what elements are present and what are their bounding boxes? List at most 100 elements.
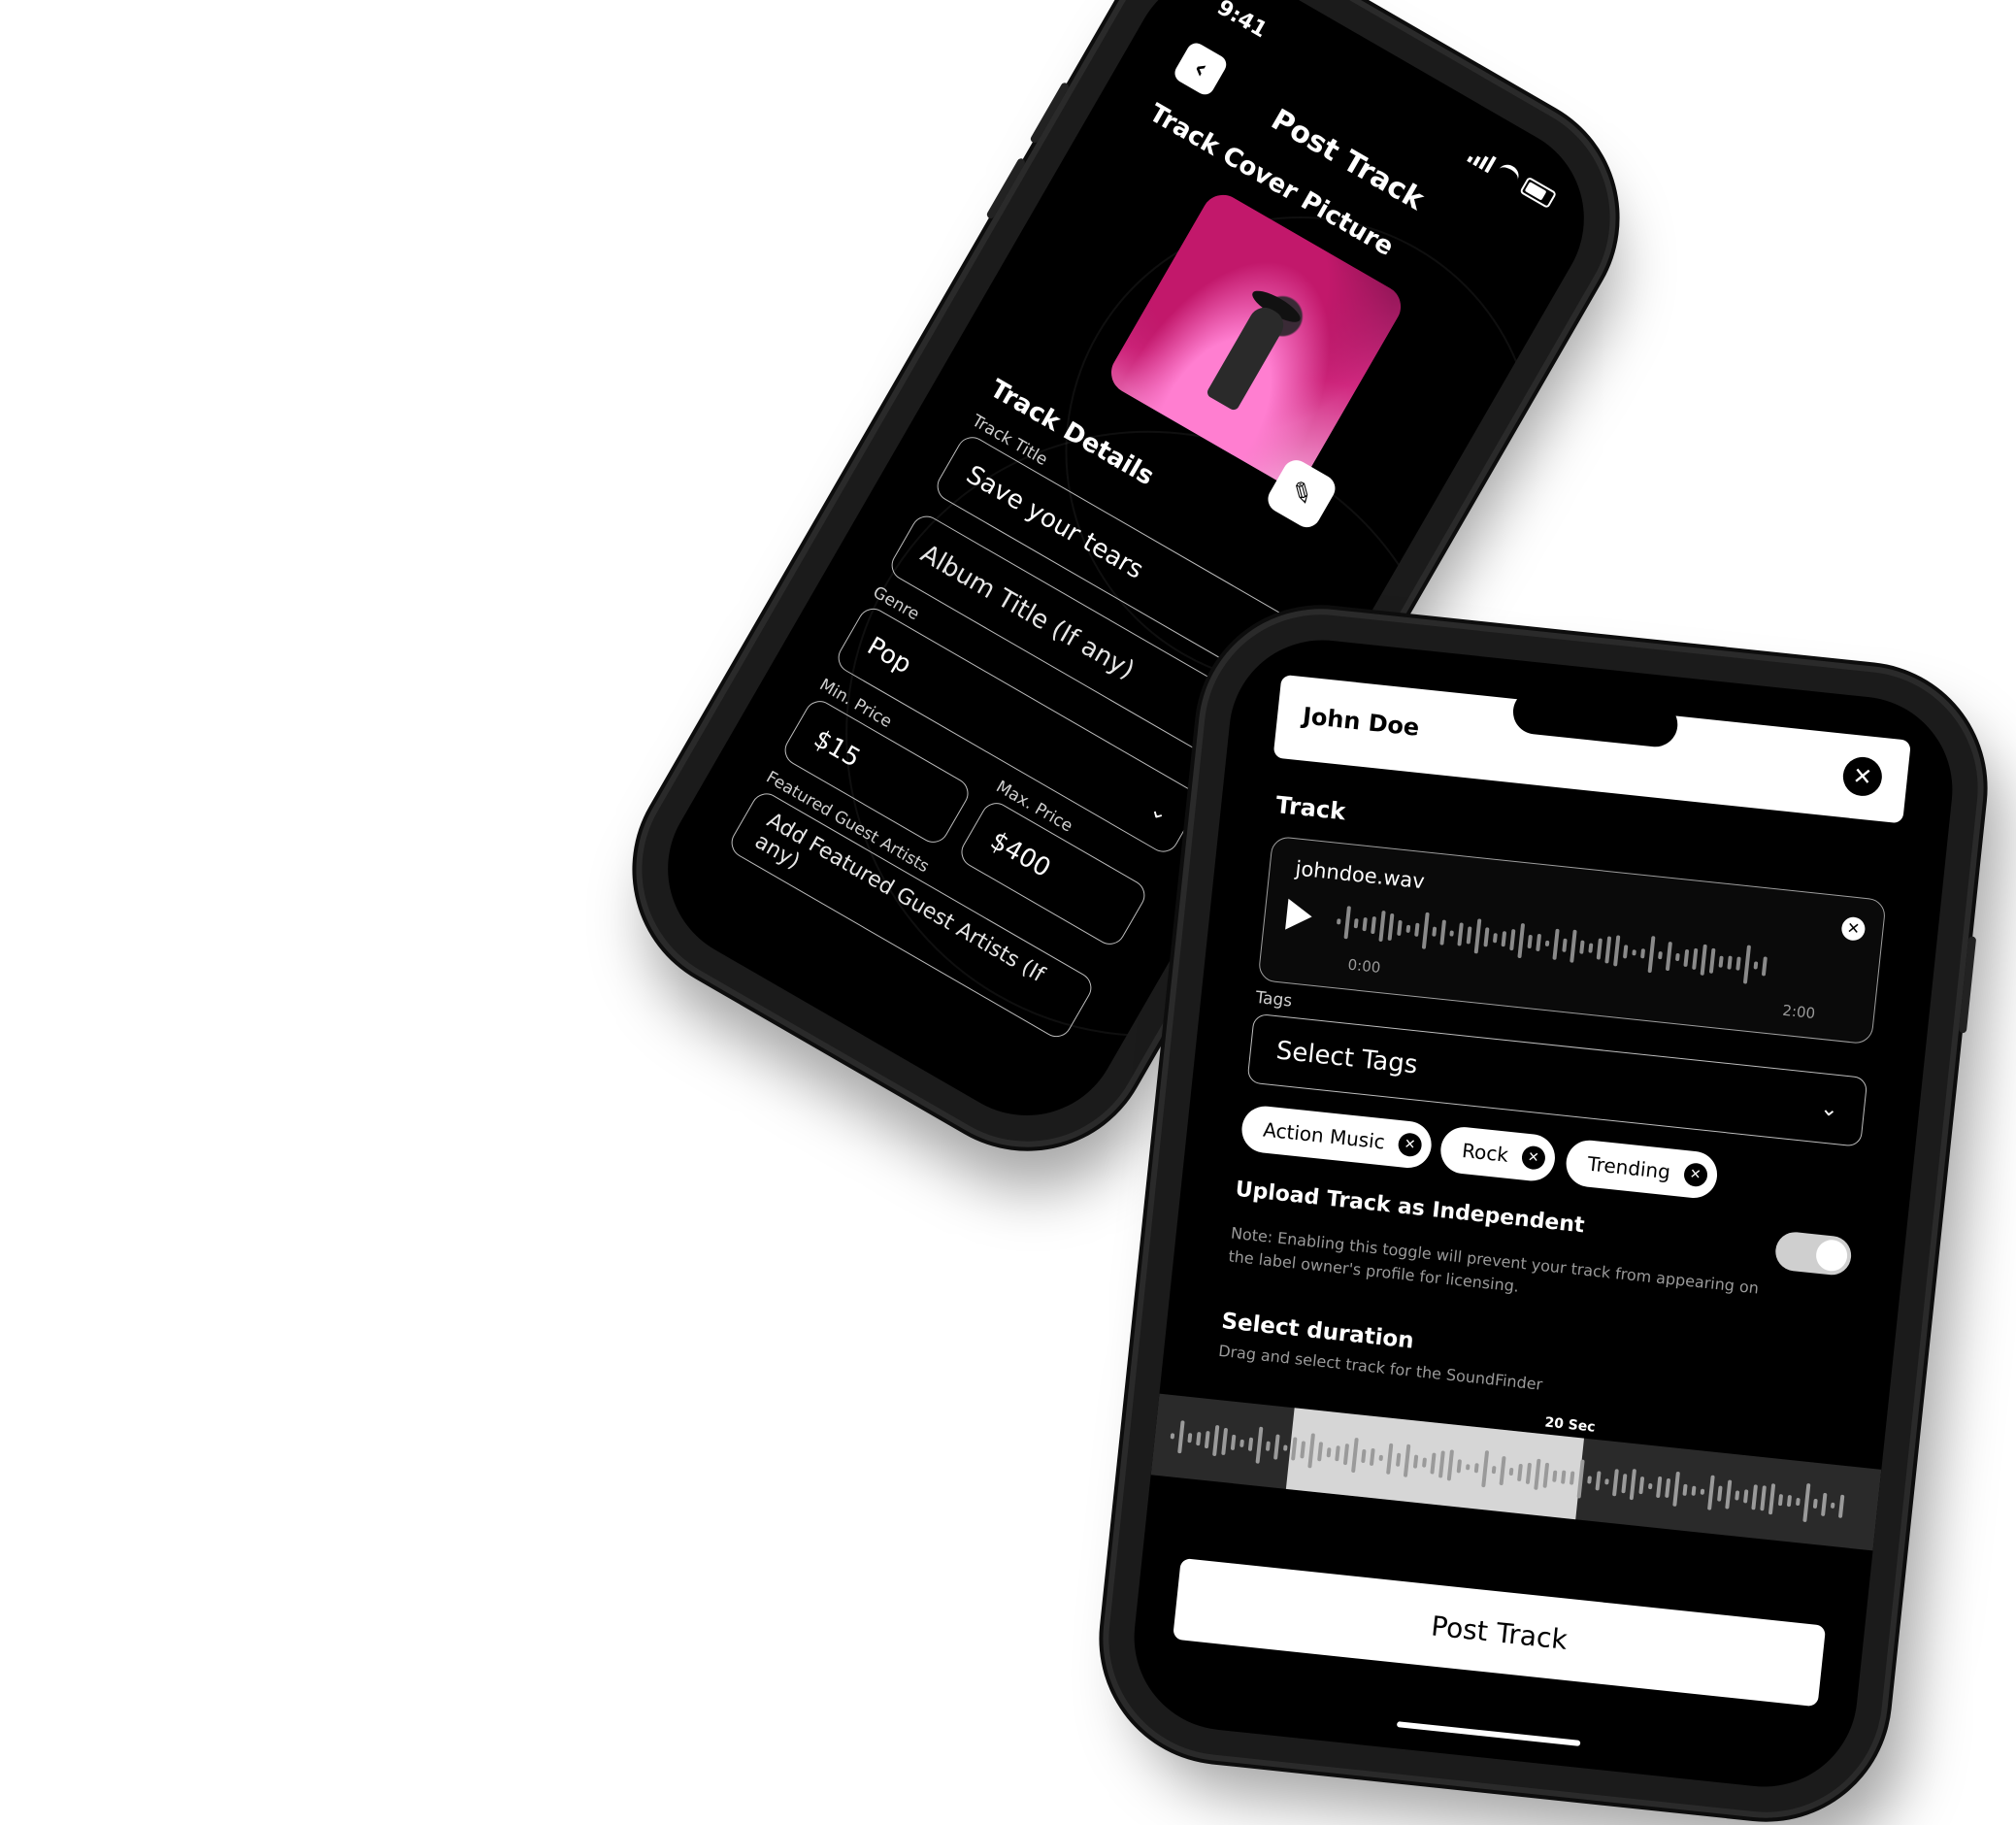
- waveform-bar: [1777, 1494, 1784, 1506]
- volume-down-button: [985, 156, 1027, 220]
- post-track-button[interactable]: Post Track: [1173, 1557, 1827, 1708]
- remove-file-button[interactable]: ✕: [1840, 915, 1867, 942]
- independent-toggle[interactable]: [1773, 1230, 1854, 1278]
- waveform-bar: [1457, 922, 1464, 946]
- waveform-bar: [1386, 1443, 1394, 1475]
- play-button[interactable]: [1285, 898, 1314, 933]
- waveform-bar: [1221, 1428, 1229, 1455]
- waveform-bar: [1725, 1479, 1733, 1510]
- waveform-bar: [1691, 1485, 1697, 1497]
- tag-chip-label: Rock: [1461, 1138, 1510, 1167]
- waveform-bar: [1658, 950, 1663, 960]
- waveform-bar: [1247, 1437, 1254, 1452]
- battery-icon: [1519, 176, 1558, 209]
- tags-label: Tags: [1254, 987, 1294, 1012]
- duration-badge: 20 Sec: [1543, 1414, 1597, 1436]
- max-price-value: $400: [985, 826, 1056, 884]
- waveform-bar: [1255, 1426, 1264, 1464]
- waveform-bar: [1692, 947, 1699, 971]
- waveform-bar: [1300, 1441, 1306, 1459]
- close-icon[interactable]: ✕: [1397, 1132, 1423, 1158]
- waveform-bar: [1552, 928, 1560, 960]
- upload-track-screen: John Doe ✕ Track johndoe.wav ✕ 0:00 2:00…: [1125, 630, 1962, 1797]
- waveform-bar: [1552, 1470, 1558, 1482]
- power-button: [1958, 936, 1977, 1034]
- waveform-bar: [1786, 1494, 1793, 1508]
- waveform-bar: [1735, 956, 1741, 972]
- waveform-bar: [1430, 1452, 1437, 1475]
- close-icon: ✕: [1851, 761, 1874, 791]
- close-icon[interactable]: ✕: [1682, 1161, 1708, 1188]
- waveform-bar: [1735, 1489, 1740, 1501]
- waveform-bar: [1569, 1471, 1575, 1486]
- waveform-bar: [1821, 1493, 1828, 1516]
- waveform-bar: [1378, 1454, 1384, 1462]
- waveform-bar: [1665, 1477, 1671, 1499]
- waveform-bar: [1196, 1432, 1202, 1445]
- waveform-bar: [1707, 1475, 1715, 1510]
- waveform-bar: [1473, 1463, 1479, 1474]
- waveform-bar: [1326, 1446, 1332, 1458]
- waveform-bar: [1604, 1477, 1609, 1486]
- pencil-icon: ✎: [1283, 473, 1320, 514]
- waveform-bar: [1760, 1485, 1767, 1511]
- waveform-bar: [1439, 919, 1447, 946]
- waveform-bar: [1761, 955, 1768, 977]
- wifi-icon: [1494, 160, 1523, 189]
- waveform-bar: [1700, 1488, 1705, 1496]
- waveform-bar: [1700, 944, 1707, 976]
- tag-chip[interactable]: Action Music ✕: [1239, 1104, 1434, 1171]
- waveform-bar: [1508, 1467, 1514, 1477]
- waveform-bar: [1239, 1439, 1244, 1448]
- waveform-bar: [1422, 1457, 1427, 1468]
- waveform-bar: [1342, 1443, 1350, 1465]
- close-button[interactable]: ✕: [1840, 754, 1884, 798]
- waveform-bar: [1465, 1463, 1471, 1471]
- waveform-bar: [1405, 924, 1411, 934]
- waveform-bar: [1412, 1454, 1419, 1469]
- waveform-bar: [1421, 912, 1430, 949]
- tag-chip[interactable]: Rock ✕: [1438, 1124, 1558, 1183]
- independent-note: Note: Enabling this toggle will prevent …: [1227, 1223, 1760, 1298]
- waveform-bar: [1595, 1470, 1602, 1491]
- waveform-bar: [1343, 906, 1351, 940]
- waveform-bar: [1432, 926, 1438, 938]
- waveform-bar: [1481, 1450, 1490, 1487]
- waveform-bar: [1525, 1462, 1533, 1485]
- tag-chip[interactable]: Trending ✕: [1564, 1138, 1720, 1201]
- waveform-bar: [1718, 955, 1724, 968]
- waveform-bar: [1187, 1433, 1193, 1443]
- waveform-bar: [1534, 1458, 1541, 1490]
- waveform-bar: [1177, 1420, 1185, 1454]
- waveform-bar: [1753, 961, 1759, 970]
- tags-placeholder: Select Tags: [1274, 1036, 1419, 1080]
- waveform-bar: [1672, 1471, 1680, 1508]
- waveform-bar: [1282, 1444, 1288, 1451]
- waveform-bar: [1230, 1434, 1237, 1451]
- chevron-down-icon: ⌄: [1145, 796, 1173, 827]
- waveform-bar: [1473, 918, 1482, 954]
- waveform-bar: [1795, 1497, 1801, 1507]
- waveform-bar: [1604, 936, 1612, 964]
- waveform-bar: [1492, 932, 1498, 944]
- track-file-card: johndoe.wav ✕ 0:00 2:00: [1257, 835, 1887, 1045]
- waveform-bar: [1802, 1483, 1811, 1522]
- track-time-start: 0:00: [1346, 955, 1382, 978]
- phone-upload-track: John Doe ✕ Track johndoe.wav ✕ 0:00 2:00…: [1097, 603, 1990, 1824]
- waveform-bar: [1708, 947, 1716, 974]
- waveform-bar: [1674, 952, 1680, 962]
- waveform-bar: [1307, 1433, 1315, 1469]
- waveform-bar: [1665, 942, 1672, 971]
- waveform-bar: [1647, 1482, 1653, 1490]
- waveform-bar: [1640, 948, 1646, 959]
- waveform-bar: [1588, 943, 1594, 953]
- waveform-bar: [1335, 1444, 1340, 1462]
- waveform-bar: [1683, 948, 1690, 968]
- waveform-bar: [1466, 926, 1472, 945]
- close-icon[interactable]: ✕: [1520, 1145, 1546, 1171]
- waveform-bar: [1449, 930, 1454, 937]
- waveform-bar: [1727, 955, 1733, 971]
- waveform-bar: [1265, 1441, 1271, 1452]
- status-time: 9:41: [1212, 0, 1272, 44]
- waveform-bar: [1387, 913, 1395, 941]
